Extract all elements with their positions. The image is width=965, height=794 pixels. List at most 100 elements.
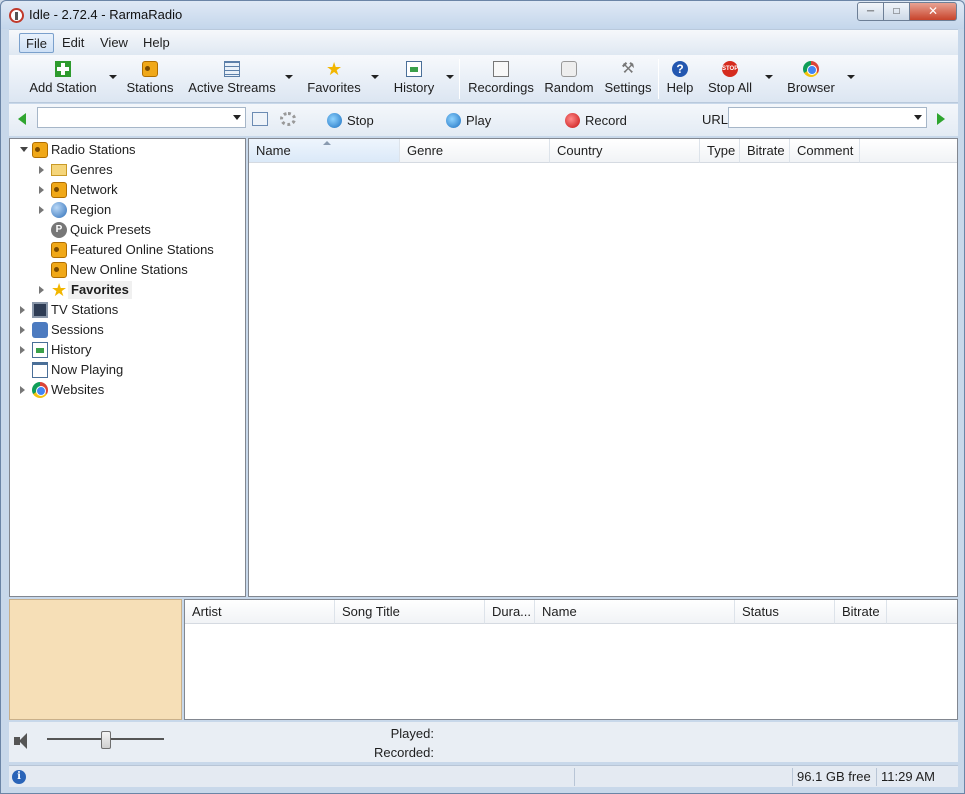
column-header-genre[interactable]: Genre xyxy=(400,139,550,163)
browser-dropdown-arrow[interactable] xyxy=(847,75,855,79)
chevron-down-icon[interactable] xyxy=(233,115,241,120)
station-list: Name Genre Country Type Bitrate Comment xyxy=(248,138,958,597)
history-dropdown-arrow[interactable] xyxy=(446,75,454,79)
column-header-duration[interactable]: Dura... xyxy=(485,600,535,624)
column-header-label: Artist xyxy=(192,604,222,619)
column-header-artist[interactable]: Artist xyxy=(185,600,335,624)
recorded-label: Recorded: xyxy=(374,745,434,760)
column-header-comment[interactable]: Comment xyxy=(790,139,860,163)
column-header-bitrate[interactable]: Bitrate xyxy=(835,600,887,624)
app-radio-icon xyxy=(9,8,24,23)
history-icon xyxy=(32,342,48,358)
random-label: Random xyxy=(544,80,594,95)
station-card-icon[interactable] xyxy=(252,112,268,126)
column-header-label: Song Title xyxy=(342,604,400,619)
random-button[interactable]: Random xyxy=(542,59,596,99)
sessions-icon xyxy=(32,322,48,338)
tree-item-label: Featured Online Stations xyxy=(70,242,214,257)
play-button[interactable]: Play xyxy=(446,112,506,130)
add-station-dropdown-arrow[interactable] xyxy=(109,75,117,79)
status-cell-empty xyxy=(574,768,764,786)
expand-arrow-icon[interactable] xyxy=(39,166,44,174)
tv-icon xyxy=(32,302,48,318)
tree-item-label: Network xyxy=(70,182,118,197)
help-button[interactable]: ? Help xyxy=(663,59,697,99)
expand-arrow-icon[interactable] xyxy=(39,186,44,194)
record-button[interactable]: Record xyxy=(565,112,635,130)
menu-view[interactable]: View xyxy=(94,33,134,53)
chevron-down-icon[interactable] xyxy=(914,115,922,120)
expand-arrow-icon[interactable] xyxy=(39,206,44,214)
speaker-icon[interactable] xyxy=(14,732,34,750)
column-header-name[interactable]: Name xyxy=(535,600,735,624)
player-bar: Played: Recorded: xyxy=(9,722,958,762)
stop-all-dropdown-arrow[interactable] xyxy=(765,75,773,79)
active-streams-button[interactable]: Active Streams xyxy=(185,59,279,99)
favorites-label: Favorites xyxy=(307,80,361,95)
favorites-button[interactable]: ★ Favorites xyxy=(303,59,365,99)
tree-item-label: History xyxy=(51,342,92,357)
column-header-filler xyxy=(887,600,957,624)
column-header-label: Status xyxy=(742,604,779,619)
expand-arrow-icon[interactable] xyxy=(20,386,25,394)
minimize-button[interactable]: ─ xyxy=(857,2,884,21)
active-streams-label: Active Streams xyxy=(188,80,276,95)
column-header-name[interactable]: Name xyxy=(249,139,400,163)
recordings-button[interactable]: Recordings xyxy=(465,59,537,99)
close-button[interactable]: ✕ xyxy=(909,2,957,21)
active-streams-dropdown-arrow[interactable] xyxy=(285,75,293,79)
column-header-song-title[interactable]: Song Title xyxy=(335,600,485,624)
add-station-label: Add Station xyxy=(29,80,97,95)
expand-arrow-icon[interactable] xyxy=(20,326,25,334)
column-header-label: Type xyxy=(707,143,736,158)
search-combo[interactable] xyxy=(37,107,246,128)
expand-arrow-icon[interactable] xyxy=(39,286,44,294)
tree-item-label: Radio Stations xyxy=(51,142,136,157)
column-header-country[interactable]: Country xyxy=(550,139,700,163)
volume-slider-thumb[interactable] xyxy=(100,731,111,749)
url-input[interactable] xyxy=(728,107,927,128)
column-header-type[interactable]: Type xyxy=(700,139,740,163)
column-header-bitrate[interactable]: Bitrate xyxy=(740,139,790,163)
column-header-label: Bitrate xyxy=(842,604,880,619)
menu-file[interactable]: File xyxy=(19,33,54,53)
free-space: 96.1 GB free xyxy=(792,768,876,786)
toolbar-separator xyxy=(658,59,659,99)
toolbar: Add Station Stations Active Streams ★ Fa… xyxy=(9,55,958,103)
tree-item-label: New Online Stations xyxy=(70,262,188,277)
app-window: Idle - 2.72.4 - RarmaRadio ─ □ ✕ File Ed… xyxy=(0,0,965,794)
settings-button[interactable]: ⚒ Settings xyxy=(601,59,655,99)
recordings-label: Recordings xyxy=(468,80,534,95)
info-icon[interactable]: i xyxy=(12,770,26,784)
stations-button[interactable]: Stations xyxy=(124,59,176,99)
stations-label: Stations xyxy=(126,80,174,95)
collapse-arrow-icon[interactable] xyxy=(20,147,28,152)
menu-help[interactable]: Help xyxy=(137,33,176,53)
add-station-button[interactable]: Add Station xyxy=(26,59,100,99)
track-list: Artist Song Title Dura... Name Status Bi… xyxy=(184,599,958,720)
expand-arrow-icon[interactable] xyxy=(20,306,25,314)
help-icon: ? xyxy=(672,61,688,77)
menu-edit[interactable]: Edit xyxy=(56,33,90,53)
column-header-status[interactable]: Status xyxy=(735,600,835,624)
column-header-label: Country xyxy=(557,143,603,158)
stop-button[interactable]: Stop xyxy=(327,112,387,130)
browser-button[interactable]: Browser xyxy=(784,59,838,99)
help-label: Help xyxy=(666,80,694,95)
stop-all-label: Stop All xyxy=(707,80,753,95)
favorites-dropdown-arrow[interactable] xyxy=(371,75,379,79)
expand-arrow-icon[interactable] xyxy=(20,346,25,354)
radio-icon xyxy=(51,182,67,198)
column-header-label: Comment xyxy=(797,143,854,158)
gear-icon[interactable] xyxy=(280,112,296,126)
back-arrow-icon[interactable] xyxy=(18,113,26,125)
tree-item-label: Genres xyxy=(70,162,113,177)
history-button[interactable]: History xyxy=(389,59,439,99)
browser-label: Browser xyxy=(787,80,835,95)
column-header-label: Name xyxy=(542,604,577,619)
maximize-button[interactable]: □ xyxy=(883,2,910,21)
navigation-tree: Radio Stations Genres Network Region P Q… xyxy=(9,138,246,597)
go-arrow-icon[interactable] xyxy=(937,113,945,125)
stop-all-button[interactable]: STOP Stop All xyxy=(704,59,756,99)
status-bar: i 96.1 GB free 11:29 AM xyxy=(9,765,958,787)
